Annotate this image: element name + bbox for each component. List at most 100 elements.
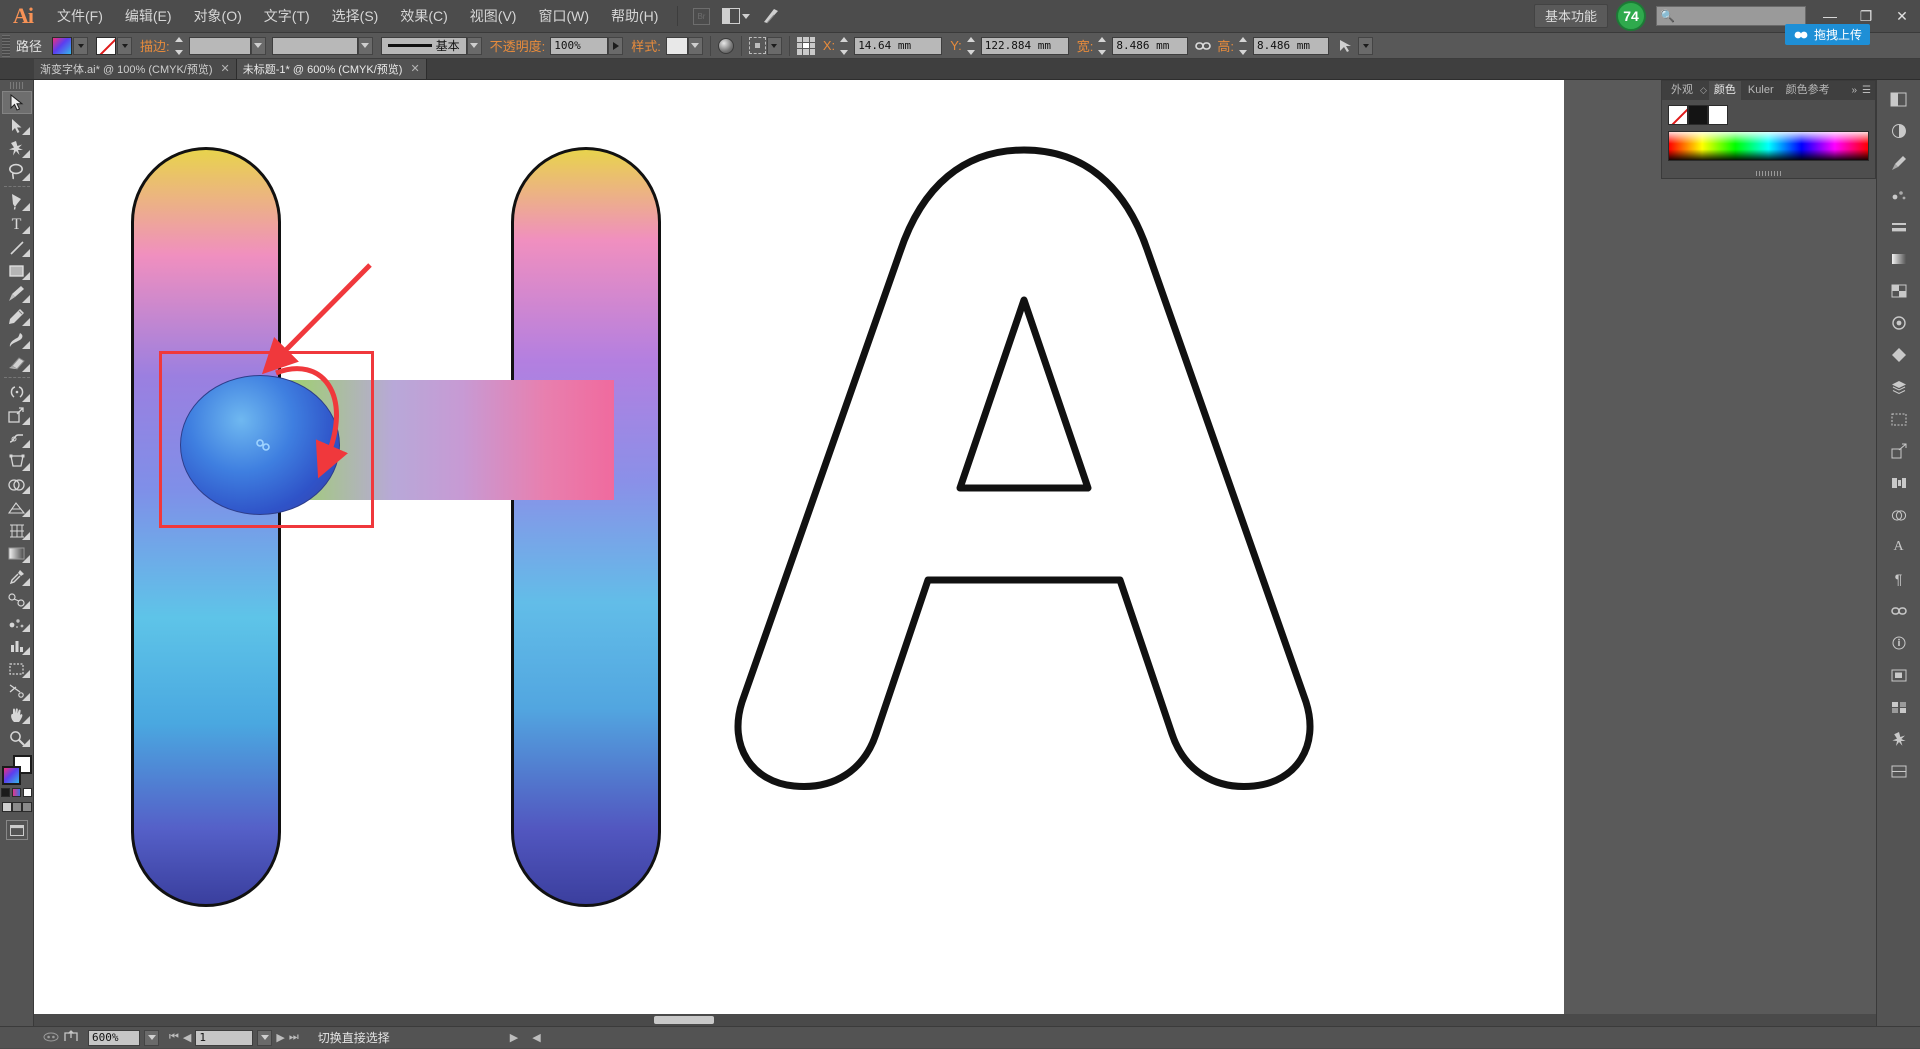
stroke-panel-icon[interactable] [1882, 212, 1916, 242]
align-to-icon[interactable] [749, 37, 766, 54]
navigator-panel-icon[interactable] [1882, 660, 1916, 690]
separator-panel-icon[interactable] [1882, 756, 1916, 786]
selection-tool[interactable] [2, 91, 32, 114]
toolbox-grip[interactable] [10, 82, 24, 89]
zoom-control[interactable]: 600% [83, 1027, 164, 1049]
document-info-icon[interactable] [1882, 628, 1916, 658]
search-input[interactable] [1656, 6, 1806, 26]
direct-selection-tool[interactable] [2, 114, 32, 137]
black-swatch[interactable] [1688, 105, 1708, 125]
stroke-dropdown[interactable] [117, 37, 132, 55]
transform-panel-icon[interactable] [1882, 436, 1916, 466]
menu-file[interactable]: 文件(F) [46, 0, 114, 33]
artboard-tool[interactable] [2, 657, 32, 680]
appearance-panel-icon[interactable] [1882, 308, 1916, 338]
notification-badge[interactable]: 74 [1616, 1, 1646, 31]
canvas-area[interactable] [34, 80, 1920, 1026]
column-graph-tool[interactable] [2, 634, 32, 657]
rotate-tool[interactable] [2, 381, 32, 404]
opacity-control[interactable]: 100% [550, 37, 623, 55]
close-icon[interactable]: ✕ [221, 62, 230, 75]
style-caret[interactable] [688, 37, 703, 55]
close-icon[interactable]: ✕ [410, 62, 419, 75]
color-spectrum-bar[interactable] [1668, 131, 1869, 161]
color-guide-icon[interactable] [1882, 116, 1916, 146]
magic-wand-tool[interactable] [2, 137, 32, 160]
none-mode-icon[interactable] [23, 788, 32, 797]
tab-color-guide[interactable]: 颜色参考 [1781, 81, 1835, 100]
zoom-tool[interactable] [2, 726, 32, 749]
graphic-styles-icon[interactable] [1882, 340, 1916, 370]
transform-caret[interactable] [1358, 37, 1373, 55]
canvas-horizontal-scrollbar[interactable] [34, 1014, 1920, 1026]
layers-panel-icon[interactable] [1882, 372, 1916, 402]
status-expand-icon[interactable]: ▶ [510, 1031, 518, 1044]
first-page-icon[interactable]: ⏮ [169, 1031, 179, 1044]
perspective-grid-tool[interactable] [2, 496, 32, 519]
menu-type[interactable]: 文字(T) [253, 0, 321, 33]
none-swatch[interactable] [1668, 105, 1688, 125]
stroke-color-swatch[interactable] [96, 37, 116, 55]
variable-width-profile[interactable] [272, 37, 373, 55]
menu-edit[interactable]: 编辑(E) [114, 0, 183, 33]
color-panel-resize-grip[interactable] [1662, 169, 1875, 178]
links-panel-icon[interactable] [1882, 596, 1916, 626]
tab-color[interactable]: 颜色 [1709, 81, 1741, 100]
height-stepper[interactable] [1239, 37, 1252, 55]
close-button[interactable]: ✕ [1884, 0, 1920, 33]
horizontal-scroll-thumb[interactable] [654, 1016, 714, 1024]
document-tab-2[interactable]: 未标题-1* @ 600% (CMYK/预览) ✕ [237, 58, 427, 79]
tab-kuler[interactable]: Kuler [1743, 81, 1779, 100]
width-stepper[interactable] [1098, 37, 1111, 55]
x-input[interactable]: 14.64 mm [854, 37, 942, 55]
fill-color-swatch[interactable] [52, 37, 72, 55]
lasso-tool[interactable] [2, 160, 32, 183]
letter-a[interactable] [714, 142, 1334, 802]
zoom-value[interactable]: 600% [88, 1030, 140, 1046]
control-bar-grip[interactable] [2, 35, 10, 57]
zoom-caret[interactable] [144, 1030, 159, 1046]
height-input[interactable]: 8.486 mm [1253, 37, 1329, 55]
panel-drag-icon[interactable]: ◇ [1700, 85, 1707, 96]
white-swatch[interactable] [1708, 105, 1728, 125]
next-page-icon[interactable]: ▶ [276, 1031, 284, 1044]
page-navigation[interactable]: ⏮ ◀ 1 ▶ ⏭ [164, 1027, 304, 1049]
eraser-tool[interactable] [2, 351, 32, 374]
brushes-panel-icon[interactable] [1882, 148, 1916, 178]
gradient-tool[interactable] [2, 542, 32, 565]
draw-inside-icon[interactable] [22, 802, 32, 812]
tab-appearance[interactable]: 外观 [1666, 81, 1698, 100]
drag-upload-button[interactable]: 拖拽上传 [1785, 24, 1870, 45]
panel-collapse-icon[interactable]: » [1851, 85, 1860, 96]
gradient-panel-icon[interactable] [1882, 244, 1916, 274]
fill-dropdown[interactable] [73, 37, 88, 55]
brush-caret[interactable] [467, 37, 482, 55]
pen-tool[interactable] [2, 190, 32, 213]
graphic-style-control[interactable] [666, 37, 703, 55]
stroke-weight-field[interactable] [189, 37, 266, 55]
menu-view[interactable]: 视图(V) [459, 0, 528, 33]
blend-tool[interactable] [2, 588, 32, 611]
fill-stroke-indicator[interactable] [2, 755, 32, 785]
character-panel-icon[interactable]: A [1882, 532, 1916, 562]
free-transform-tool[interactable] [2, 450, 32, 473]
paragraph-panel-icon[interactable]: ¶ [1882, 564, 1916, 594]
width-profile-caret[interactable] [358, 37, 373, 55]
cloud-sync-icon[interactable] [43, 1031, 60, 1045]
swatches-panel-icon[interactable] [1882, 692, 1916, 722]
bridge-icon[interactable]: Br [686, 3, 716, 29]
share-icon[interactable] [64, 1030, 78, 1045]
eyedropper-tool[interactable] [2, 565, 32, 588]
width-input[interactable]: 8.486 mm [1112, 37, 1188, 55]
menu-window[interactable]: 窗口(W) [527, 0, 600, 33]
transform-options-icon[interactable] [1337, 38, 1357, 54]
workspace-switcher[interactable]: 基本功能 [1534, 4, 1608, 28]
mesh-tool[interactable] [2, 519, 32, 542]
menu-object[interactable]: 对象(O) [183, 0, 253, 33]
stock-icon[interactable] [756, 3, 786, 29]
y-input[interactable]: 122.884 mm [981, 37, 1069, 55]
width-tool[interactable] [2, 427, 32, 450]
menu-select[interactable]: 选择(S) [321, 0, 390, 33]
symbols-panel-icon[interactable] [1882, 180, 1916, 210]
symbol-sprayer-tool[interactable] [2, 611, 32, 634]
